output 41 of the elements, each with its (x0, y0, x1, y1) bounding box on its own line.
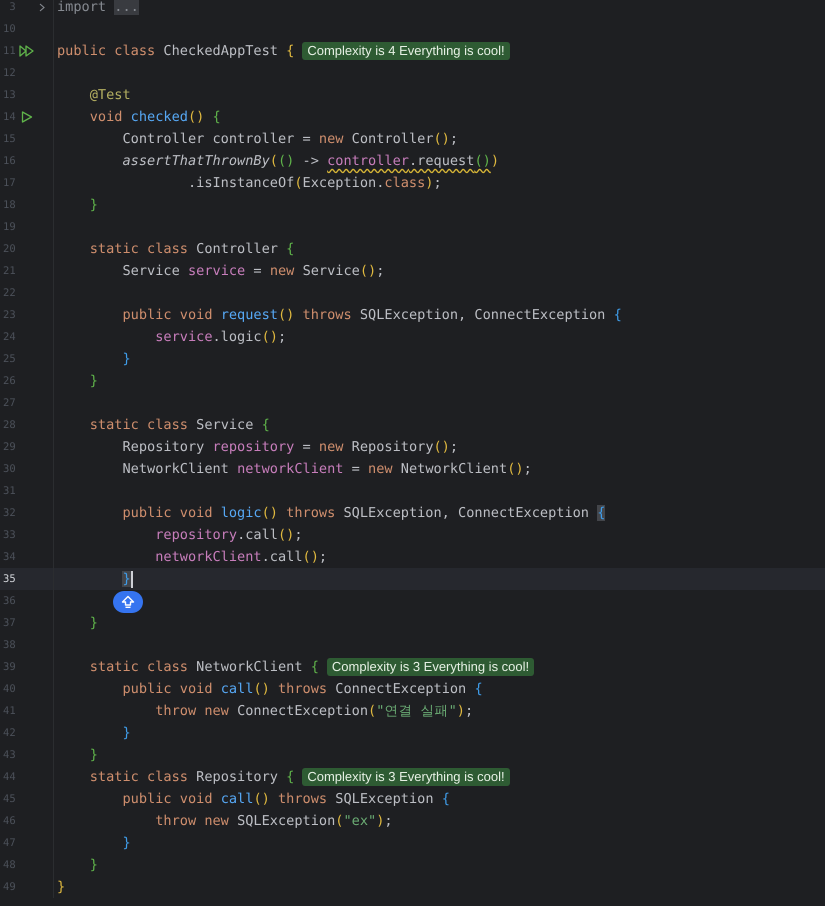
code-line: @Test (88, 87, 131, 103)
code-line: static class Repository { (88, 769, 294, 785)
code-line: public void logic() throws SQLException, ConnectException { (121, 505, 606, 521)
code-line: public void call() throws SQLException { (121, 791, 450, 807)
code-line: Service service = new Service(); (121, 263, 384, 279)
run-icon[interactable] (21, 111, 34, 123)
code-line: import ... (57, 0, 139, 15)
line-number: 35 (2, 573, 16, 585)
complexity-badge: Complexity is 3 Everything is cool! (326, 658, 534, 676)
code-line: Controller controller = new Controller(); (121, 131, 458, 147)
code-line: Repository repository = new Repository(); (121, 439, 458, 455)
code-line: throw new SQLException("ex"); (154, 813, 393, 829)
code-line: static class NetworkClient { (88, 659, 319, 675)
code-line: repository.call(); (154, 527, 303, 543)
code-line: } (88, 615, 98, 631)
code-line: } (121, 351, 131, 367)
code-line: public void call() throws ConnectException { (121, 681, 483, 697)
complexity-badge: Complexity is 4 Everything is cool! (302, 42, 510, 60)
code-line: assertThatThrownBy(() -> controller.request()) (121, 153, 499, 169)
code-line: } (121, 725, 131, 741)
complexity-badge: Complexity is 3 Everything is cool! (302, 768, 510, 786)
code-line: networkClient.call(); (154, 549, 328, 565)
chevron-right-icon[interactable] (39, 2, 46, 12)
shift-arrow-icon (121, 595, 135, 609)
code-line: service.logic(); (154, 329, 286, 345)
code-line: } (121, 835, 131, 851)
code-line: public class CheckedAppTest { (57, 43, 294, 59)
code-line: throw new ConnectException("연결 실패"); (154, 702, 474, 720)
code-line: static class Service { (88, 417, 270, 433)
run-all-icon[interactable] (19, 45, 36, 57)
code-line: .isInstanceOf(Exception.class); (186, 175, 442, 191)
code-line: } (88, 747, 98, 763)
code-line: public void request() throws SQLException, ConnectException { (121, 307, 622, 323)
floating-action-button[interactable] (113, 591, 143, 613)
code-line: static class Controller { (88, 241, 294, 257)
code-line: } (88, 197, 98, 213)
code-line: } (88, 373, 98, 389)
code-line: void checked() { (88, 109, 221, 125)
code-line: NetworkClient networkClient = new NetworkClient(); (121, 461, 532, 477)
code-line: } (88, 857, 98, 873)
code-line: } (57, 879, 66, 895)
